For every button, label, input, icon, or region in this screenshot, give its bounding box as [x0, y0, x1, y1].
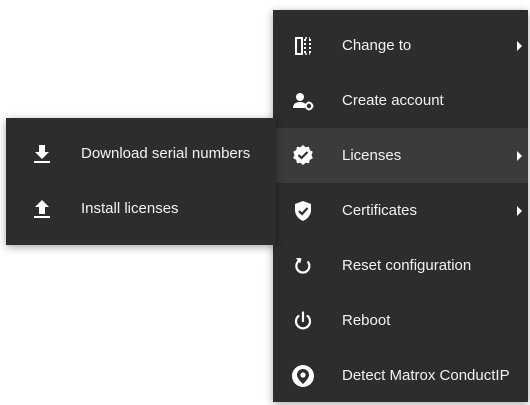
menu-item-label: Reboot: [342, 312, 391, 329]
menu-item-label: Create account: [342, 92, 444, 109]
menu-item-reset-configuration[interactable]: Reset configuration: [273, 238, 528, 293]
menu-item-label: Licenses: [342, 147, 402, 164]
menu-item-change-to[interactable]: Change to: [273, 18, 528, 73]
menu-item-label: Reset configuration: [342, 257, 472, 274]
submenu-arrow-icon: [517, 205, 522, 216]
refresh-icon: [289, 252, 317, 280]
submenu-item-label: Install licenses: [81, 200, 179, 217]
menu-item-reboot[interactable]: Reboot: [273, 293, 528, 348]
context-menu-stage: Change to Create account Licenses Certif…: [0, 0, 530, 405]
upload-icon: [28, 195, 56, 223]
menu-item-label: Change to: [342, 37, 412, 54]
menu-item-licenses[interactable]: Licenses: [273, 128, 528, 183]
licenses-submenu: Download serial numbers Install licenses: [6, 118, 276, 245]
submenu-arrow-icon: [517, 40, 522, 51]
submenu-item-label: Download serial numbers: [81, 145, 251, 162]
columns-icon: [289, 32, 317, 60]
power-icon: [289, 307, 317, 335]
submenu-arrow-icon: [517, 150, 522, 161]
menu-item-certificates[interactable]: Certificates: [273, 183, 528, 238]
menu-item-create-account[interactable]: Create account: [273, 73, 528, 128]
location-target-icon: [289, 362, 317, 390]
user-gear-icon: [289, 87, 317, 115]
badge-check-icon: [289, 142, 317, 170]
main-context-menu: Change to Create account Licenses Certif…: [273, 10, 528, 402]
menu-item-label: Detect Matrox ConductIP: [342, 367, 510, 384]
download-icon: [28, 140, 56, 168]
submenu-item-download-serial-numbers[interactable]: Download serial numbers: [6, 126, 276, 181]
menu-item-detect-conductip[interactable]: Detect Matrox ConductIP: [273, 348, 528, 403]
menu-item-label: Certificates: [342, 202, 418, 219]
shield-check-icon: [289, 197, 317, 225]
submenu-item-install-licenses[interactable]: Install licenses: [6, 181, 276, 236]
